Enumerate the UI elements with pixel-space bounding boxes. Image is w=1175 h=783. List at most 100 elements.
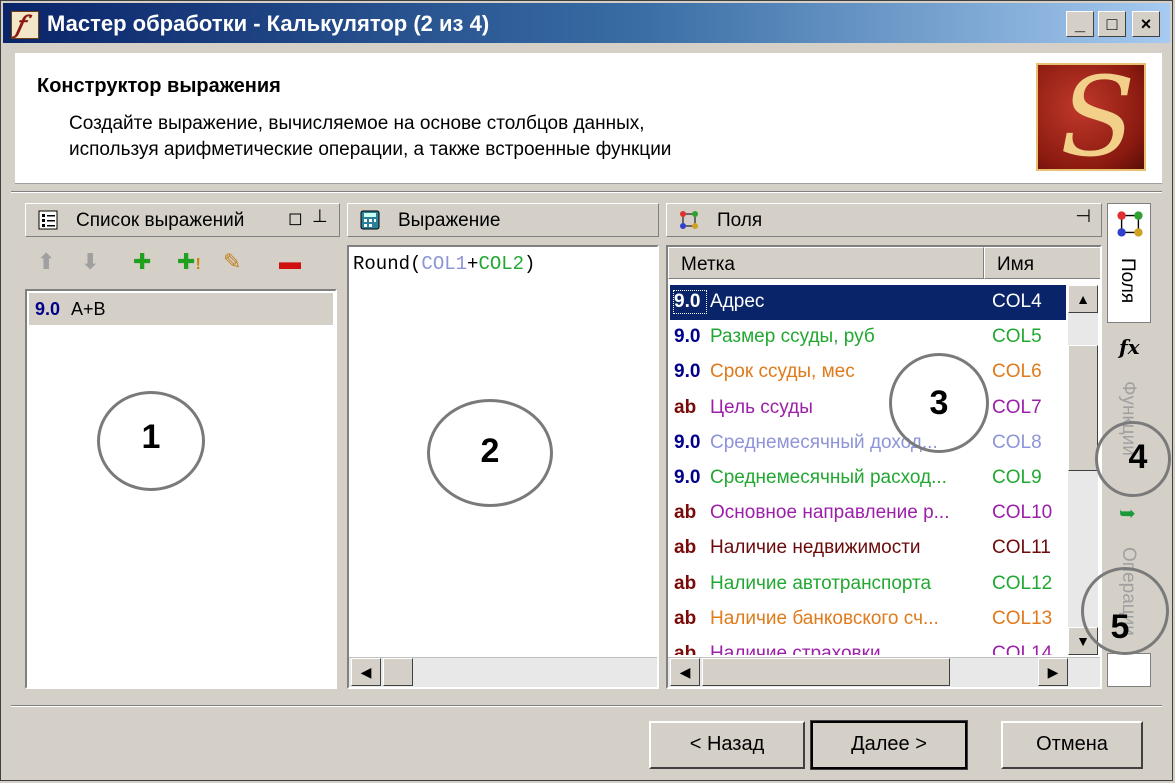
scroll-up-button[interactable]: ▲ — [1068, 285, 1098, 313]
add-multiple-icon[interactable]: ✚! — [177, 249, 201, 275]
edit-icon[interactable]: ✎ — [223, 249, 241, 275]
remove-icon[interactable]: ▬ — [279, 249, 301, 275]
callout-2: 2 — [427, 399, 553, 507]
float-icon[interactable]: ◻ — [288, 208, 303, 229]
table-row[interactable]: ab Основное направление р... COL10 — [670, 496, 1066, 531]
table-row[interactable]: 9.0 Адрес COL4 — [670, 285, 1066, 320]
type-badge: 9.0 — [674, 361, 701, 383]
scroll-thumb[interactable] — [702, 658, 950, 686]
add-icon[interactable]: ✚ — [133, 249, 151, 275]
table-row[interactable]: ab Наличие банковского сч... COL13 — [670, 602, 1066, 637]
field-name: COL8 — [992, 431, 1042, 453]
calculator-icon — [360, 210, 380, 230]
field-label: Наличие страховки — [710, 643, 881, 655]
expression-list-header: Список выражений ◻ ⊥ — [25, 203, 340, 237]
pin-icon[interactable]: ⊥ — [312, 206, 328, 227]
pin-icon[interactable]: ⊣ — [1075, 206, 1091, 227]
column-header-name[interactable]: Имя — [984, 247, 1100, 279]
table-row[interactable]: 9.0 Среднемесячный доход... COL8 — [670, 426, 1066, 461]
expression-list-title: Список выражений — [76, 210, 245, 231]
type-badge: 9.0 — [674, 431, 701, 453]
type-badge: ab — [674, 643, 697, 655]
wizard-window: 𝑓 Мастер обработки - Калькулятор (2 из 4… — [0, 0, 1173, 781]
arrow-down-icon[interactable]: ⬇ — [81, 249, 99, 275]
field-label: Основное направление р... — [710, 502, 950, 524]
field-label: Размер ссуды, руб — [710, 326, 875, 348]
scroll-thumb[interactable] — [1068, 345, 1098, 471]
field-name: COL13 — [992, 607, 1053, 629]
table-row[interactable]: ab Наличие автотранспорта COL12 — [670, 567, 1066, 602]
fields-title: Поля — [717, 210, 763, 231]
list-item[interactable]: 9.0 A+B — [29, 293, 333, 325]
callout-4: 4 — [1095, 421, 1171, 497]
field-label: Наличие недвижимости — [710, 537, 921, 559]
header-description-line2: используя арифметические операции, а так… — [69, 139, 672, 160]
fields-table[interactable]: Метка Имя 9.0 Адрес COL4 9.0 Размер ссуды, р… — [666, 245, 1102, 689]
divider — [11, 191, 1162, 193]
type-badge: 9.0 — [674, 467, 701, 488]
maximize-button[interactable]: □ — [1098, 11, 1126, 37]
expression-list[interactable]: 9.0 A+B — [25, 289, 337, 689]
minimize-button[interactable]: _ — [1066, 11, 1094, 37]
back-button[interactable]: < Назад — [649, 721, 805, 769]
field-label: Адрес — [710, 291, 765, 312]
table-row[interactable]: 9.0 Срок ссуды, мес COL6 — [670, 355, 1066, 390]
horizontal-scrollbar[interactable]: ◀ — [349, 657, 657, 687]
field-name: COL7 — [992, 396, 1042, 418]
fields-icon — [1117, 211, 1143, 237]
cancel-button[interactable]: Отмена — [1001, 721, 1143, 769]
callout-5: 5 — [1081, 567, 1169, 655]
type-badge: 9.0 — [35, 299, 61, 319]
scroll-thumb[interactable] — [383, 658, 413, 686]
wizard-header: Конструктор выражения Создайте выражение… — [15, 53, 1162, 184]
type-badge: ab — [674, 607, 697, 629]
type-badge: 9.0 — [674, 326, 701, 348]
operations-icon: ➥ — [1119, 503, 1136, 525]
field-name: COL5 — [992, 326, 1042, 348]
header-title: Конструктор выражения — [37, 75, 281, 97]
expression-name: A+B — [71, 299, 106, 319]
field-name: COL12 — [992, 572, 1053, 594]
header-description-line1: Создайте выражение, вычисляемое на основ… — [69, 113, 645, 134]
divider — [11, 705, 1162, 707]
scroll-left-button[interactable]: ◀ — [670, 658, 700, 686]
field-name: COL6 — [992, 361, 1042, 383]
app-logo: S — [1036, 53, 1146, 181]
expression-editor-title: Выражение — [398, 210, 501, 231]
field-name: COL9 — [992, 467, 1042, 488]
expression-editor-header: Выражение — [347, 203, 659, 237]
type-badge: ab — [674, 502, 697, 524]
table-row[interactable]: ab Наличие страховки COL14 — [670, 637, 1066, 655]
field-name: COL11 — [992, 537, 1051, 559]
column-header-label[interactable]: Метка — [668, 247, 984, 279]
expression-code[interactable]: Round(COL1+COL2) — [353, 253, 535, 275]
field-label: Наличие банковского сч... — [710, 607, 939, 629]
window-title: Мастер обработки - Калькулятор (2 из 4) — [47, 11, 490, 36]
type-badge: ab — [674, 396, 697, 418]
close-button[interactable]: × — [1132, 11, 1160, 37]
field-label: Среднемесячный расход... — [710, 467, 947, 488]
tab-fields-label: Поля — [1117, 258, 1138, 304]
title-bar[interactable]: 𝑓 Мастер обработки - Калькулятор (2 из 4… — [3, 3, 1170, 43]
table-row[interactable]: ab Наличие недвижимости COL11 — [670, 531, 1066, 566]
next-button[interactable]: Далее > — [810, 720, 968, 770]
tab-fields[interactable]: Поля — [1107, 203, 1151, 323]
callout-1: 1 — [97, 391, 205, 491]
table-row[interactable]: ab Цель ссуды COL7 — [670, 391, 1066, 426]
type-badge: 9.0 — [673, 290, 707, 314]
fields-pane: Поля ⊣ Метка Имя 9.0 Адрес COL4 9.0 Размер с… — [666, 203, 1102, 691]
fields-header: Поля ⊣ — [666, 203, 1102, 237]
list-icon — [38, 210, 58, 230]
table-row[interactable]: 9.0 Среднемесячный расход... COL9 — [670, 461, 1066, 496]
expression-toolbar: ⬆ ⬇ ✚ ✚! ✎ ▬ — [25, 249, 325, 279]
field-name: COL14 — [992, 643, 1053, 655]
type-badge: ab — [674, 537, 697, 559]
scroll-right-button[interactable]: ▶ — [1038, 658, 1068, 686]
callout-3: 3 — [889, 353, 989, 453]
table-row[interactable]: 9.0 Размер ссуды, руб COL5 — [670, 320, 1066, 355]
app-icon: 𝑓 — [11, 10, 39, 39]
arrow-up-icon[interactable]: ⬆ — [37, 249, 55, 275]
field-name: COL4 — [992, 291, 1042, 312]
scroll-left-button[interactable]: ◀ — [351, 658, 381, 686]
horizontal-scrollbar[interactable]: ◀ ▶ — [668, 657, 1100, 687]
